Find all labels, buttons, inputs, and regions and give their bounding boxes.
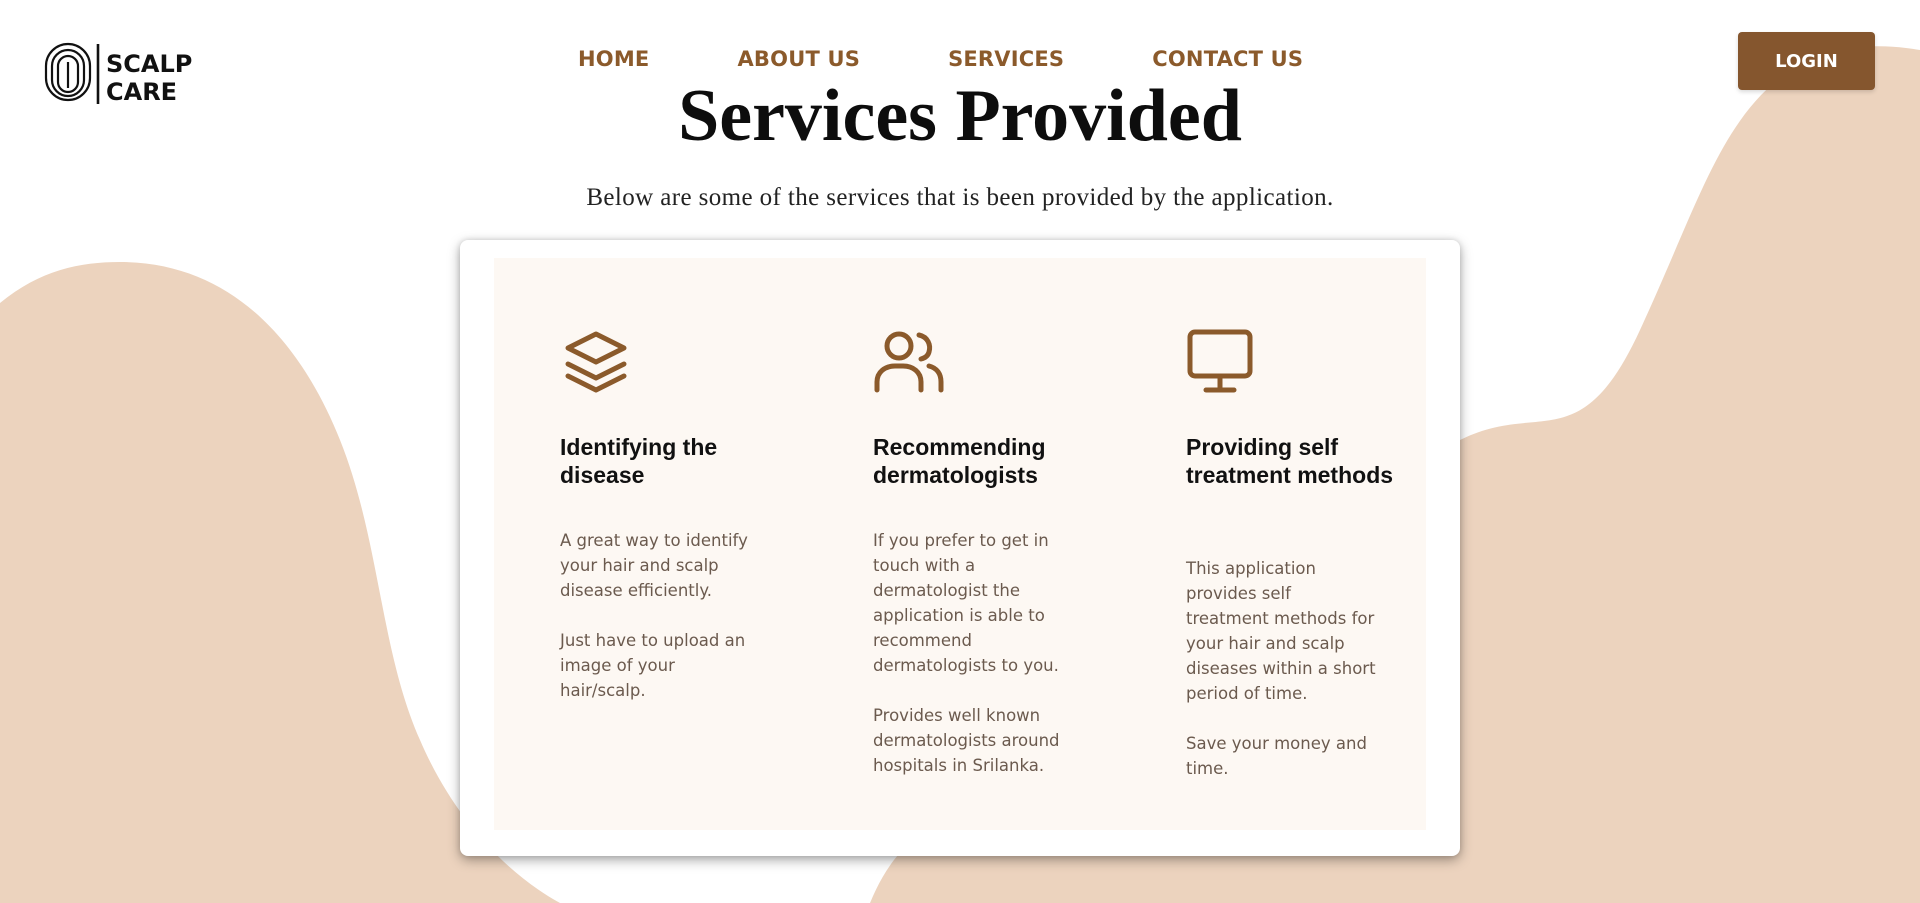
service-paragraph: Save your money and time. (1186, 734, 1367, 778)
page: SCALP CARE HOME ABOUT US SERVICES CONTAC… (0, 0, 1920, 903)
services-card: Identifying the disease A great way to i… (460, 240, 1460, 856)
service-paragraph: This application provides self treatment… (1186, 559, 1376, 703)
services-panel: Identifying the disease A great way to i… (494, 258, 1426, 830)
service-title: Identifying the disease (560, 434, 718, 488)
layers-icon (565, 331, 627, 393)
page-title: Services Provided (678, 75, 1242, 157)
service-description: A great way to identify your hair and sc… (560, 528, 750, 728)
service-title: Providing self treatment methods (1186, 434, 1394, 488)
service-paragraph: If you prefer to get in touch with a der… (873, 531, 1059, 675)
service-title: Recommending dermatologists (873, 434, 1046, 488)
service-description: If you prefer to get in touch with a der… (873, 528, 1063, 803)
service-paragraph: A great way to identify your hair and sc… (560, 531, 748, 600)
service-paragraph: Just have to upload an image of your hai… (560, 631, 746, 700)
service-paragraph: Provides well known dermatologists aroun… (873, 706, 1060, 775)
users-icon (874, 331, 944, 393)
service-description: This application provides self treatment… (1186, 556, 1376, 806)
monitor-icon (1187, 329, 1253, 393)
page-subtitle: Below are some of the services that is b… (586, 184, 1334, 211)
